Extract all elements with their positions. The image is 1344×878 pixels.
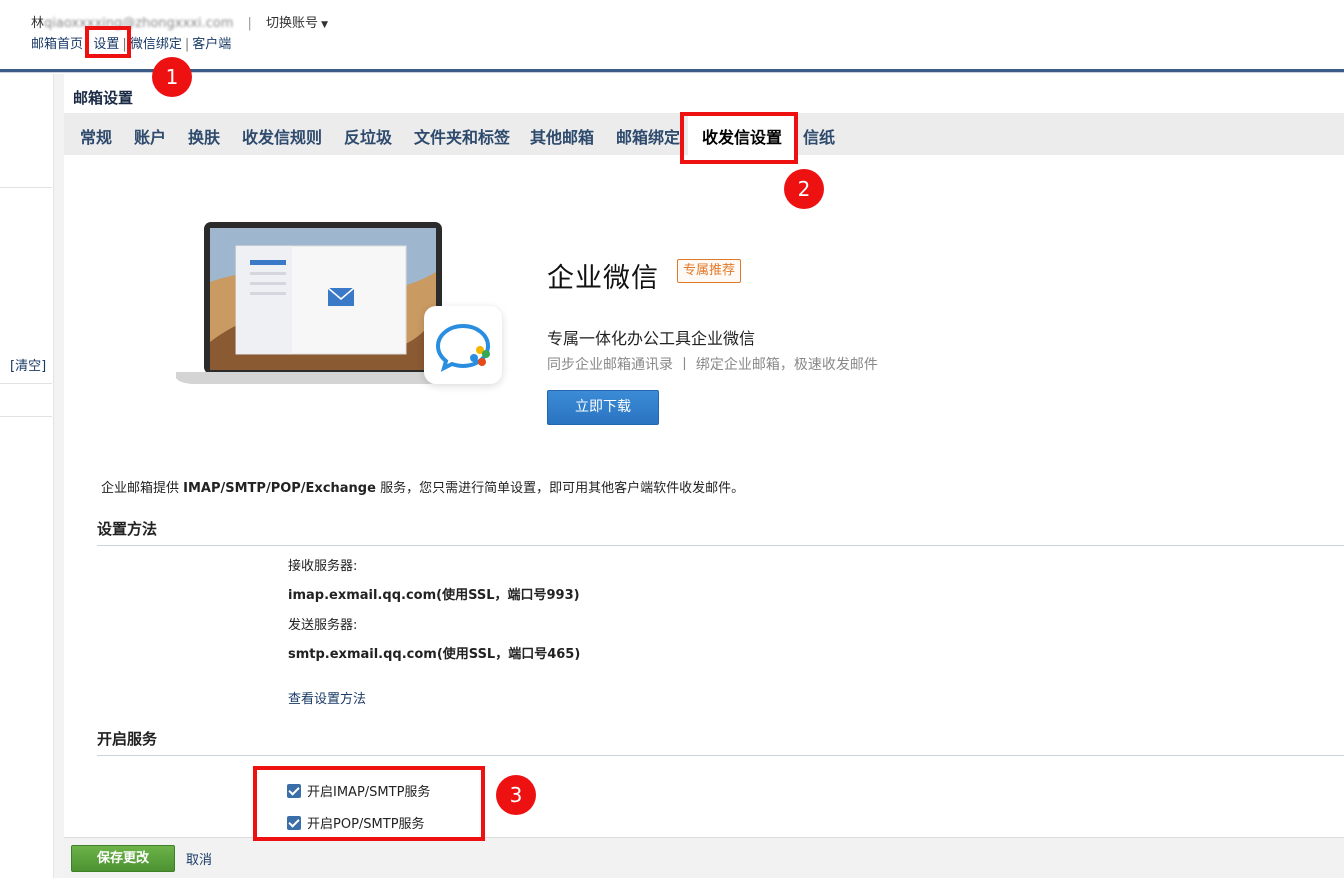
tab-skin[interactable]: 换肤 <box>188 113 220 155</box>
left-sidebar: [清空] <box>0 74 54 878</box>
incoming-server-value: imap.exmail.qq.com(使用SSL，端口号993) <box>288 588 580 603</box>
annotation-marker-3: 3 <box>496 775 536 815</box>
annotation-box-services <box>253 766 485 841</box>
tab-mail-rules[interactable]: 收发信规则 <box>242 113 322 155</box>
promo-description: 同步企业邮箱通讯录 丨 绑定企业邮箱，极速收发邮件 <box>547 357 878 373</box>
top-bar: 林qiaoxxxxing@zhongxxxi.com | 切换账号 ▼ 邮箱首页 |… <box>0 0 1344 70</box>
settings-main: 邮箱设置 常规 账户 换肤 收发信规则 反垃圾 文件夹和标签 其他邮箱 邮箱绑定… <box>64 74 1344 878</box>
caret-down-icon: ▼ <box>321 20 328 30</box>
tab-other-mailbox[interactable]: 其他邮箱 <box>530 113 594 155</box>
service-intro: 企业邮箱提供 IMAP/SMTP/POP/Exchange 服务，您只需进行简单… <box>101 481 745 496</box>
client-link[interactable]: 客户端 <box>192 37 231 52</box>
outgoing-server-value: smtp.exmail.qq.com(使用SSL，端口号465) <box>288 647 581 662</box>
switch-account-label: 切换账号 <box>266 16 319 31</box>
page-title: 邮箱设置 <box>73 89 134 107</box>
clear-link[interactable]: [清空] <box>10 355 46 374</box>
tab-anti-spam[interactable]: 反垃圾 <box>344 113 392 155</box>
account-line: 林qiaoxxxxing@zhongxxxi.com | 切换账号 ▼ <box>31 12 328 31</box>
incoming-server-label: 接收服务器: <box>288 559 358 574</box>
annotation-box-settings <box>85 26 131 58</box>
annotation-marker-2: 2 <box>784 169 824 209</box>
mailbox-home-link[interactable]: 邮箱首页 <box>31 37 83 52</box>
separator: | <box>247 16 252 31</box>
enable-services-heading: 开启服务 <box>97 728 1344 756</box>
outgoing-server-label: 发送服务器: <box>288 618 358 633</box>
promo-title: 企业微信 <box>547 263 659 294</box>
wechat-bind-link[interactable]: 微信绑定 <box>130 37 182 52</box>
view-setup-method-link[interactable]: 查看设置方法 <box>288 688 366 707</box>
cancel-link[interactable]: 取消 <box>186 849 212 868</box>
top-links: 邮箱首页 | 设置 | 微信绑定 | 客户端 <box>31 37 232 52</box>
recommend-badge: 专属推荐 <box>677 259 742 283</box>
annotation-box-tab <box>680 112 798 164</box>
account-name: 林 <box>31 16 45 31</box>
protocol-list: IMAP/SMTP/POP/Exchange <box>183 481 376 496</box>
promo-subtitle: 专属一体化办公工具企业微信 <box>547 329 756 348</box>
tab-general[interactable]: 常规 <box>80 113 112 155</box>
save-changes-button[interactable]: 保存更改 <box>71 845 175 872</box>
tab-folders-labels[interactable]: 文件夹和标签 <box>414 113 510 155</box>
switch-account-button[interactable]: 切换账号 ▼ <box>266 16 328 31</box>
header-divider <box>0 69 1344 73</box>
account-email: qiaoxxxxing@zhongxxxi.com <box>44 16 234 31</box>
tab-account[interactable]: 账户 <box>134 113 166 155</box>
wework-app-icon <box>424 306 502 384</box>
tab-stationery[interactable]: 信纸 <box>803 113 835 155</box>
setup-method-heading: 设置方法 <box>97 518 1344 546</box>
footer-bar: 保存更改 取消 <box>64 837 1344 878</box>
laptop-illustration <box>176 222 446 384</box>
tab-mailbox-binding[interactable]: 邮箱绑定 <box>616 113 680 155</box>
download-button[interactable]: 立即下载 <box>547 390 659 425</box>
annotation-marker-1: 1 <box>152 57 192 97</box>
